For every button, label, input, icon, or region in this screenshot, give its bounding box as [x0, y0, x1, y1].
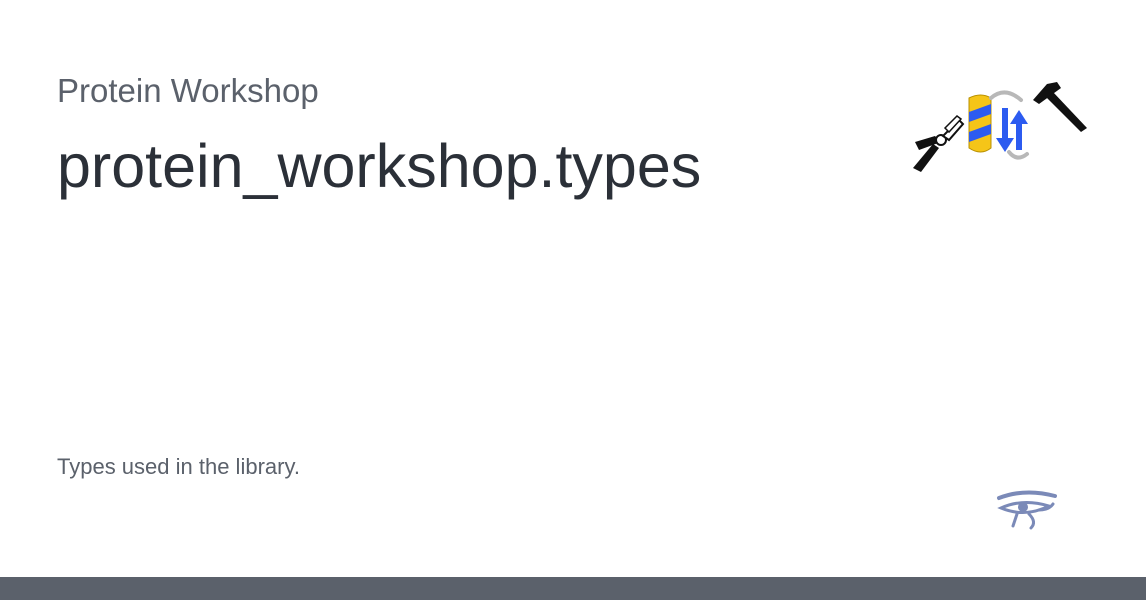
hammer-icon [1033, 82, 1087, 132]
page-title: protein_workshop.types [57, 132, 702, 200]
protein-helix-icon [968, 94, 992, 153]
footer-bar [0, 577, 1146, 600]
site-name: Protein Workshop [57, 72, 319, 109]
project-logo [905, 78, 1091, 176]
protein-strand-arrows-icon [989, 90, 1029, 160]
page-description: Types used in the library. [57, 454, 300, 479]
eye-of-horus-icon [995, 488, 1057, 532]
pliers-icon [913, 115, 965, 172]
